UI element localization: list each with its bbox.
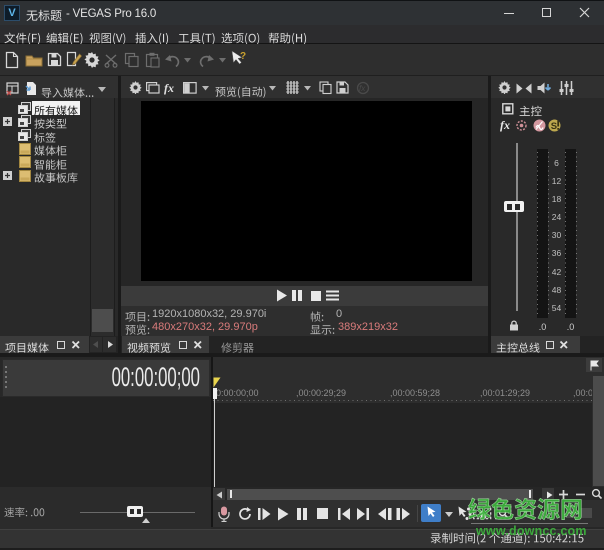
svg-text:S: S bbox=[551, 121, 557, 132]
svg-text:fx: fx bbox=[359, 84, 366, 93]
svg-text:?: ? bbox=[240, 51, 246, 62]
